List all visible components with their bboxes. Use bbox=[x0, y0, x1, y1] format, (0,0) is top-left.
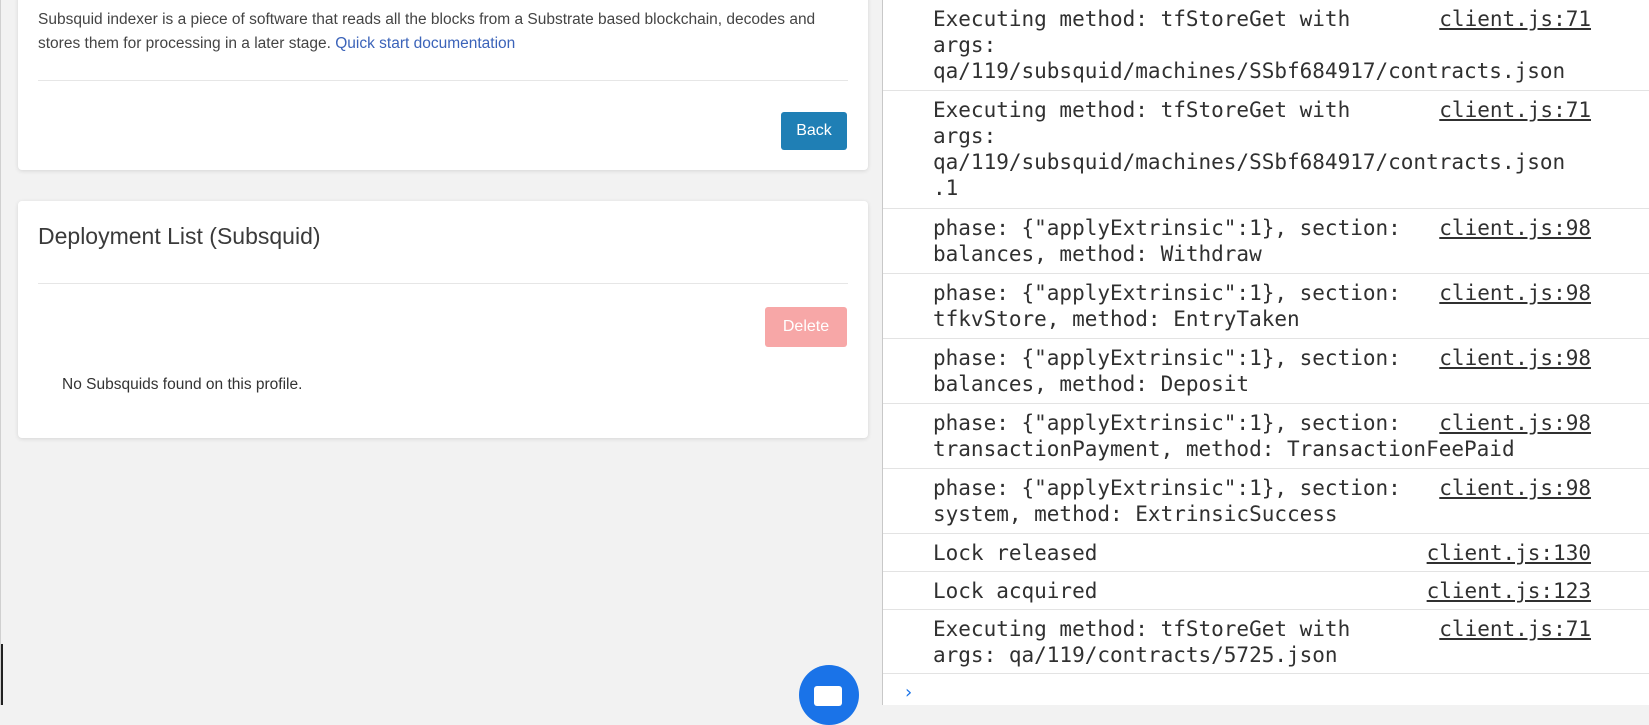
console-source-link[interactable]: client.js:123 bbox=[1427, 578, 1591, 604]
console-entry: Executing method: tfStoreGet with args: … bbox=[883, 610, 1649, 674]
console-source-link[interactable]: client.js:98 bbox=[1439, 280, 1591, 306]
console-message: Lock released bbox=[933, 541, 1098, 565]
console-entry: phase: {"applyExtrinsic":1}, section: tf… bbox=[883, 274, 1649, 339]
back-button[interactable]: Back bbox=[781, 112, 847, 150]
chat-icon bbox=[814, 686, 842, 706]
console-source-link[interactable]: client.js:71 bbox=[1439, 97, 1591, 123]
console-entry: phase: {"applyExtrinsic":1}, section: ba… bbox=[883, 209, 1649, 274]
deployment-list-card: Deployment List (Subsquid) Delete No Sub… bbox=[18, 201, 868, 438]
console-entry: phase: {"applyExtrinsic":1}, section: sy… bbox=[883, 469, 1649, 534]
console-message: phase: {"applyExtrinsic":1}, section: ba… bbox=[933, 216, 1401, 266]
devtools-console: Executing method: tfStoreGet with args: … bbox=[882, 0, 1649, 705]
deployment-list-title: Deployment List (Subsquid) bbox=[38, 223, 321, 249]
console-message: Executing method: tfStoreGet with args: … bbox=[933, 617, 1351, 667]
console-source-link[interactable]: client.js:98 bbox=[1439, 410, 1591, 436]
subsquid-description: Subsquid indexer is a piece of software … bbox=[38, 8, 828, 56]
app-pane: Subsquid indexer is a piece of software … bbox=[0, 0, 882, 725]
console-message: Lock acquired bbox=[933, 579, 1098, 603]
console-source-link[interactable]: client.js:98 bbox=[1439, 215, 1591, 241]
console-message: phase: {"applyExtrinsic":1}, section: sy… bbox=[933, 476, 1401, 526]
empty-message: No Subsquids found on this profile. bbox=[62, 376, 303, 393]
console-source-link[interactable]: client.js:98 bbox=[1439, 345, 1591, 371]
window-edge bbox=[1, 644, 3, 705]
console-source-link[interactable]: client.js:98 bbox=[1439, 475, 1591, 501]
console-entry: phase: {"applyExtrinsic":1}, section: tr… bbox=[883, 404, 1649, 469]
divider bbox=[38, 283, 848, 284]
quick-start-link[interactable]: Quick start documentation bbox=[335, 35, 515, 52]
console-entry: Executing method: tfStoreGet with args: … bbox=[883, 91, 1649, 209]
console-source-link[interactable]: client.js:71 bbox=[1439, 6, 1591, 32]
console-entry: Lock released client.js:130 bbox=[883, 534, 1649, 572]
console-message: phase: {"applyExtrinsic":1}, section: tr… bbox=[933, 411, 1515, 461]
info-card: Subsquid indexer is a piece of software … bbox=[18, 0, 868, 170]
console-message: phase: {"applyExtrinsic":1}, section: ba… bbox=[933, 346, 1401, 396]
console-source-link[interactable]: client.js:71 bbox=[1439, 616, 1591, 642]
divider bbox=[38, 80, 848, 81]
chevron-right-icon[interactable]: › bbox=[903, 682, 914, 703]
console-entry: Lock acquired client.js:123 bbox=[883, 572, 1649, 610]
console-source-link[interactable]: client.js:130 bbox=[1427, 540, 1591, 566]
console-entry: Executing method: tfStoreGet with args: … bbox=[883, 0, 1649, 91]
delete-button[interactable]: Delete bbox=[765, 307, 847, 347]
console-message: phase: {"applyExtrinsic":1}, section: tf… bbox=[933, 281, 1401, 331]
console-entry: phase: {"applyExtrinsic":1}, section: ba… bbox=[883, 339, 1649, 404]
